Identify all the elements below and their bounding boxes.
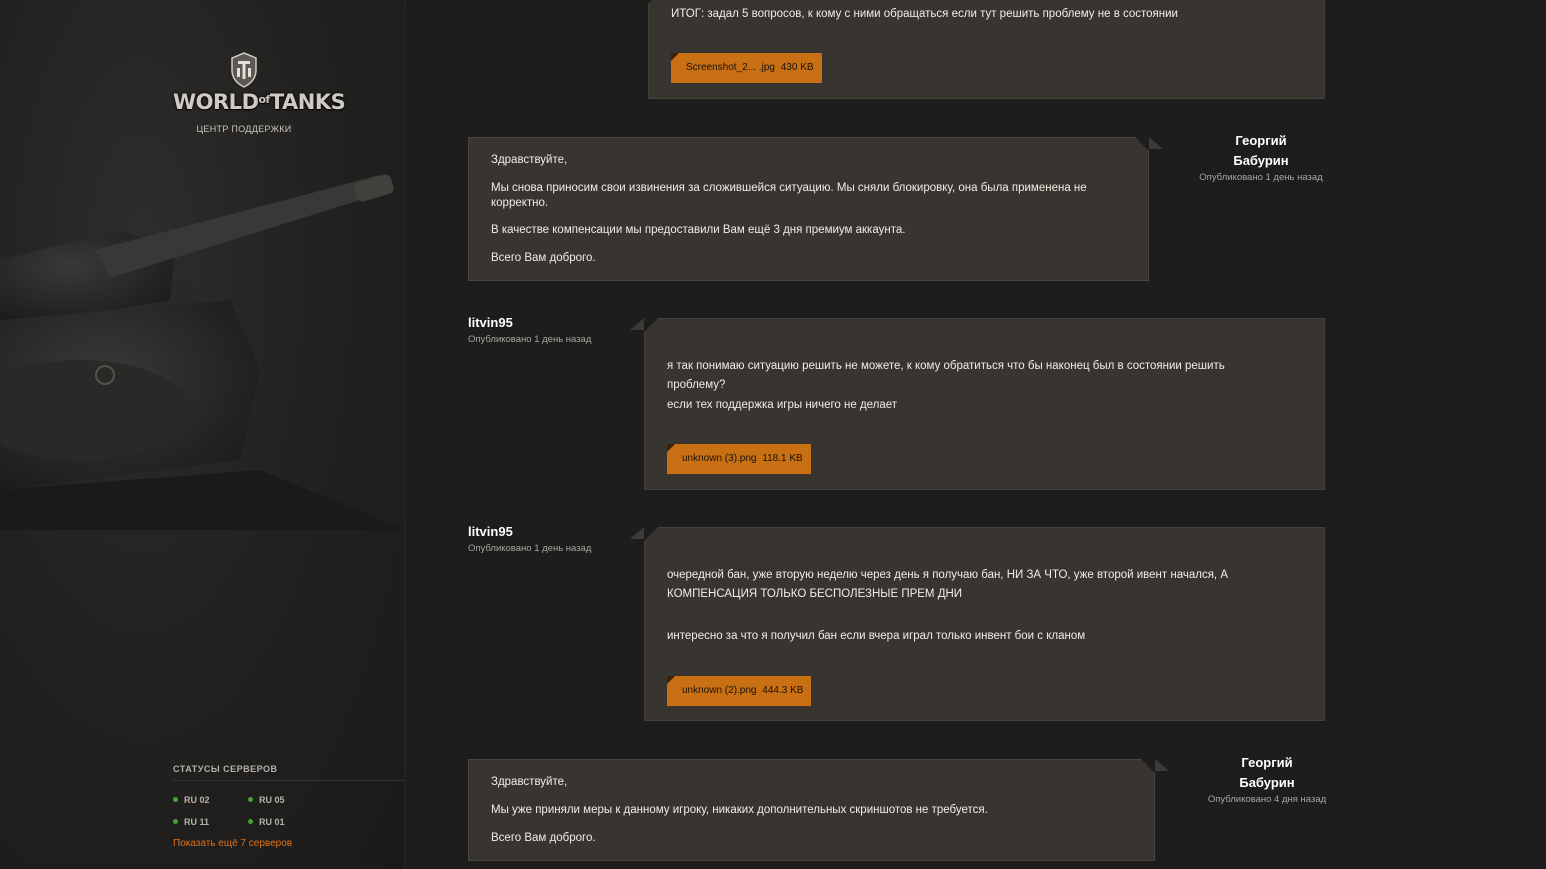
message-text: проблему?: [667, 379, 726, 391]
post-time: Опубликовано 1 день назад: [1199, 172, 1323, 183]
status-online-icon: [248, 819, 253, 824]
message-card-user: очередной бан, уже вторую неделю через д…: [644, 527, 1325, 721]
message-text: КОМПЕНСАЦИЯ ТОЛЬКО БЕСПОЛЕЗНЫЕ ПРЕМ ДНИ: [667, 588, 963, 600]
author-block: litvin95 Опубликовано 1 день назад: [468, 313, 591, 347]
post-time: Опубликовано 1 день назад: [468, 543, 592, 554]
attachment-size: 118.1 KB: [762, 453, 803, 464]
status-online-icon: [173, 797, 178, 802]
message-text: если тех поддержка игры ничего не делает: [667, 399, 898, 411]
attachment-size: 430 KB: [780, 62, 814, 73]
message-text: я так понимаю ситуацию решить не можете,…: [667, 360, 1225, 372]
sidebar: WORLDofTANKS ЦЕНТР ПОДДЕРЖКИ СТАТУСЫ СЕР…: [0, 0, 405, 869]
attachment-button[interactable]: unknown (2).png 444.3 KB: [667, 676, 812, 706]
message-card-user: ИТОГ: задал 5 вопросов, к кому с ними об…: [648, 0, 1325, 99]
message-text: корректно.: [491, 197, 549, 209]
server-status-item: RU 02: [173, 795, 210, 805]
message-text: Здравствуйте,: [491, 154, 568, 166]
tank-emblem-icon: [231, 52, 257, 88]
message-card-user: я так понимаю ситуацию решить не можете,…: [644, 318, 1325, 490]
message-card-agent: Здравствуйте, Мы снова приносим свои изв…: [468, 137, 1149, 281]
world-of-tanks-logo[interactable]: WORLDofTANKS: [173, 52, 346, 114]
post-time: Опубликовано 1 день назад: [468, 334, 592, 345]
status-online-icon: [173, 819, 178, 824]
server-status-item: RU 05: [248, 795, 285, 805]
attachment-size: 444.3 KB: [762, 685, 804, 696]
author-block: Георгий Бабурин Опубликовано 4 дня назад: [1192, 753, 1342, 807]
support-center-caption: ЦЕНТР ПОДДЕРЖКИ: [196, 124, 292, 134]
author-name: litvin95: [468, 524, 513, 539]
message-card-agent: Здравствуйте, Мы уже приняли меры к данн…: [468, 759, 1155, 861]
message-text: В качестве компенсации мы предоставили В…: [491, 224, 906, 236]
message-text: Здравствуйте,: [491, 776, 568, 788]
author-name: litvin95: [468, 315, 513, 330]
attachment-name: unknown (2).png: [682, 685, 757, 696]
server-status-panel: СТАТУСЫ СЕРВЕРОВ RU 02 RU 05 RU 11 RU 01…: [173, 764, 404, 849]
logo-wordmark: WORLDofTANKS: [173, 90, 346, 114]
attachment-name: unknown (3).png: [682, 453, 757, 464]
message-text: Мы снова приносим свои извинения за слож…: [491, 182, 1087, 194]
author-block: Георгий Бабурин Опубликовано 1 день назад: [1186, 131, 1336, 185]
message-text: интересно за что я получил бан если вчер…: [667, 630, 1086, 642]
server-status-item: RU 01: [248, 817, 285, 827]
message-text: очередной бан, уже вторую неделю через д…: [667, 569, 1228, 581]
author-name: Георгий Бабурин: [1233, 133, 1289, 168]
attachment-button[interactable]: unknown (3).png 118.1 KB: [667, 444, 811, 474]
attachment-name: Screenshot_2... .jpg: [686, 62, 775, 73]
author-name: Георгий Бабурин: [1239, 755, 1295, 790]
status-online-icon: [248, 797, 253, 802]
server-status-title: СТАТУСЫ СЕРВЕРОВ: [173, 764, 404, 781]
attachment-button[interactable]: Screenshot_2... .jpg 430 KB: [671, 53, 822, 83]
speech-pointer: [630, 318, 644, 330]
speech-pointer: [1149, 137, 1163, 149]
post-time: Опубликовано 4 дня назад: [1207, 794, 1327, 805]
server-status-item: RU 11: [173, 817, 209, 827]
author-block: litvin95 Опубликовано 1 день назад: [468, 522, 591, 556]
speech-pointer: [1155, 759, 1169, 771]
message-text: Мы уже приняли меры к данному игроку, ни…: [491, 804, 988, 816]
show-more-servers-link[interactable]: Показать ещё 7 серверов: [173, 838, 292, 849]
tank-background-illustration: [0, 174, 404, 530]
speech-pointer: [630, 527, 644, 539]
message-text: Всего Вам доброго.: [491, 252, 596, 264]
message-text: ИТОГ: задал 5 вопросов, к кому с ними об…: [671, 8, 1178, 20]
message-text: Всего Вам доброго.: [491, 832, 596, 844]
